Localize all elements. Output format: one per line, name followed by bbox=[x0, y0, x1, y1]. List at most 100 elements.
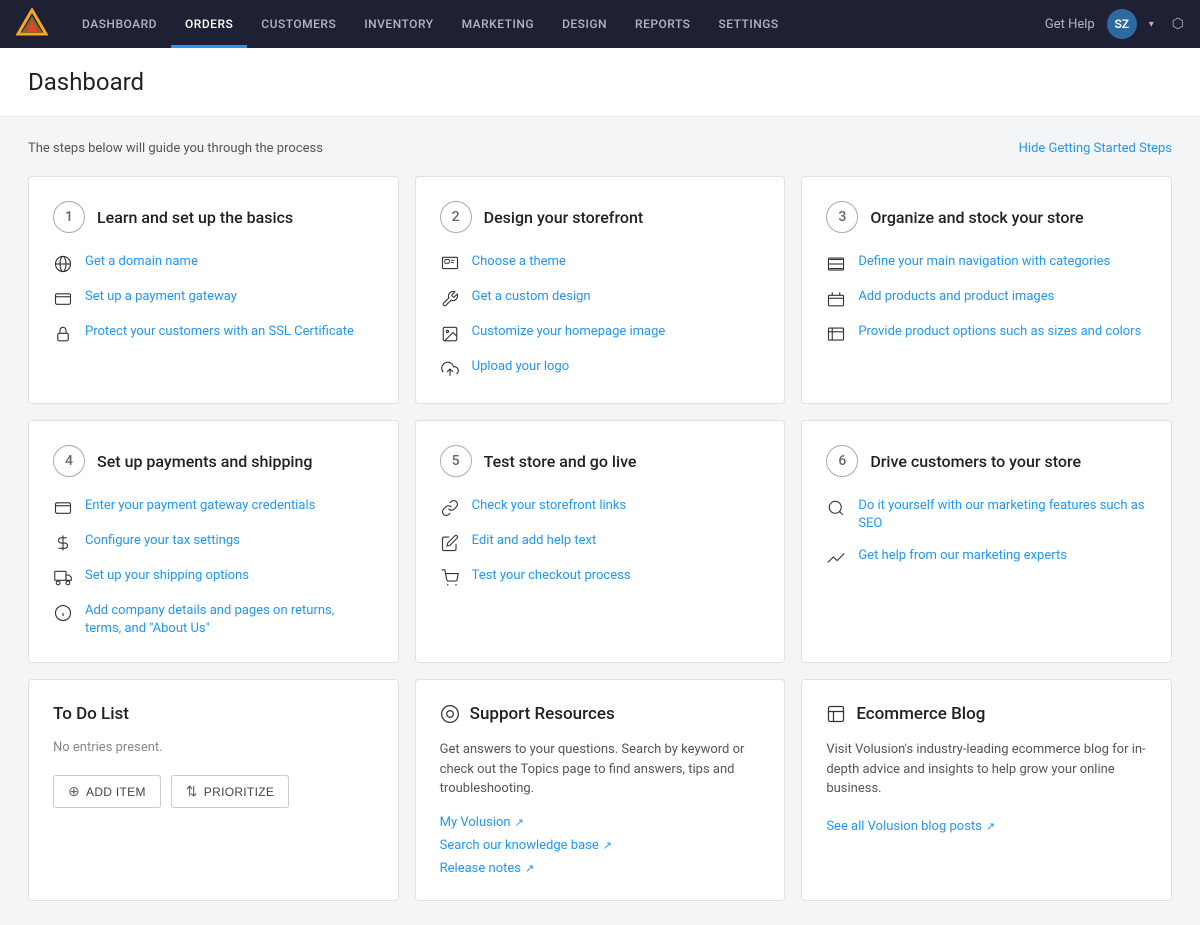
nav-icon bbox=[826, 254, 846, 274]
blog-posts-link[interactable]: See all Volusion blog posts ↗ bbox=[826, 819, 1147, 834]
payment-gateway-link[interactable]: Set up a payment gateway bbox=[85, 288, 237, 306]
list-item: Set up a payment gateway bbox=[53, 288, 374, 309]
nav-item-orders[interactable]: ORDERS bbox=[171, 0, 247, 48]
list-item: Check your storefront links bbox=[440, 497, 761, 518]
nav-item-marketing[interactable]: MARKETING bbox=[448, 0, 549, 48]
nav-item-inventory[interactable]: INVENTORY bbox=[350, 0, 447, 48]
card-5-links: Check your storefront links Edit and add… bbox=[440, 497, 761, 588]
link-icon bbox=[440, 498, 460, 518]
card-2-header: 2 Design your storefront bbox=[440, 201, 761, 233]
todo-title: To Do List bbox=[53, 704, 374, 724]
dollar-icon bbox=[53, 533, 73, 553]
card-2-title: Design your storefront bbox=[484, 208, 644, 227]
seo-link[interactable]: Do it yourself with our marketing featur… bbox=[858, 497, 1147, 533]
product-options-link[interactable]: Provide product options such as sizes an… bbox=[858, 323, 1141, 341]
external-link-icon[interactable]: ⬡ bbox=[1172, 16, 1184, 32]
external-icon-2: ↗ bbox=[603, 839, 612, 852]
list-item: Set up your shipping options bbox=[53, 567, 374, 588]
navigation: DASHBOARD ORDERS CUSTOMERS INVENTORY MAR… bbox=[0, 0, 1200, 48]
navigation-link[interactable]: Define your main navigation with categor… bbox=[858, 253, 1110, 271]
prioritize-button[interactable]: ⇅ PRIORITIZE bbox=[171, 775, 289, 808]
nav-item-reports[interactable]: REPORTS bbox=[621, 0, 704, 48]
add-item-button[interactable]: ⊕ ADD ITEM bbox=[53, 775, 161, 808]
nav-item-design[interactable]: DESIGN bbox=[548, 0, 621, 48]
custom-design-link[interactable]: Get a custom design bbox=[472, 288, 591, 306]
get-domain-link[interactable]: Get a domain name bbox=[85, 253, 198, 271]
avatar[interactable]: SZ bbox=[1107, 9, 1137, 39]
lock-icon bbox=[53, 324, 73, 344]
design-icon bbox=[440, 254, 460, 274]
list-item: Customize your homepage image bbox=[440, 323, 761, 344]
storefront-links-link[interactable]: Check your storefront links bbox=[472, 497, 627, 515]
blog-title: Ecommerce Blog bbox=[826, 704, 1147, 724]
globe-icon bbox=[53, 254, 73, 274]
blog-card: Ecommerce Blog Visit Volusion's industry… bbox=[801, 679, 1172, 901]
support-card: Support Resources Get answers to your qu… bbox=[415, 679, 786, 901]
company-details-link[interactable]: Add company details and pages on returns… bbox=[85, 602, 374, 638]
guide-text: The steps below will guide you through t… bbox=[28, 141, 323, 156]
upload-logo-link[interactable]: Upload your logo bbox=[472, 358, 570, 376]
ssl-link[interactable]: Protect your customers with an SSL Certi… bbox=[85, 323, 354, 341]
guide-bar: The steps below will guide you through t… bbox=[28, 141, 1172, 156]
card-1-header: 1 Learn and set up the basics bbox=[53, 201, 374, 233]
list-item: Edit and add help text bbox=[440, 532, 761, 553]
card-5-header: 5 Test store and go live bbox=[440, 445, 761, 477]
card-1-title: Learn and set up the basics bbox=[97, 208, 293, 227]
list-item: Get a custom design bbox=[440, 288, 761, 309]
wrench-icon bbox=[440, 289, 460, 309]
card-6-title: Drive customers to your store bbox=[870, 452, 1081, 471]
step-card-1: 1 Learn and set up the basics Get a doma… bbox=[28, 176, 399, 404]
list-item: Add company details and pages on returns… bbox=[53, 602, 374, 638]
list-item: Add products and product images bbox=[826, 288, 1147, 309]
support-icon bbox=[440, 704, 460, 724]
knowledge-base-label: Search our knowledge base bbox=[440, 838, 599, 853]
nav-item-dashboard[interactable]: DASHBOARD bbox=[68, 0, 171, 48]
step-card-2: 2 Design your storefront Choose a theme … bbox=[415, 176, 786, 404]
todo-card: To Do List No entries present. ⊕ ADD ITE… bbox=[28, 679, 399, 901]
plus-icon: ⊕ bbox=[68, 783, 80, 800]
blog-external-icon: ↗ bbox=[986, 820, 995, 833]
my-volusion-link[interactable]: My Volusion ↗ bbox=[440, 815, 761, 830]
card-3-title: Organize and stock your store bbox=[870, 208, 1083, 227]
nav-right: Get Help SZ ▾ ⬡ bbox=[1045, 9, 1184, 39]
steps-row-1: 1 Learn and set up the basics Get a doma… bbox=[28, 176, 1172, 404]
release-notes-link[interactable]: Release notes ↗ bbox=[440, 861, 761, 876]
support-desc: Get answers to your questions. Search by… bbox=[440, 740, 761, 799]
step-card-5: 5 Test store and go live Check your stor… bbox=[415, 420, 786, 663]
step-number-3: 3 bbox=[826, 201, 858, 233]
step-number-5: 5 bbox=[440, 445, 472, 477]
logo[interactable] bbox=[16, 8, 48, 40]
tax-settings-link[interactable]: Configure your tax settings bbox=[85, 532, 240, 550]
step-card-3: 3 Organize and stock your store Define y… bbox=[801, 176, 1172, 404]
nav-item-settings[interactable]: SETTINGS bbox=[704, 0, 792, 48]
get-help-link[interactable]: Get Help bbox=[1045, 17, 1095, 32]
card-2-links: Choose a theme Get a custom design Custo… bbox=[440, 253, 761, 379]
blog-desc: Visit Volusion's industry-leading ecomme… bbox=[826, 740, 1147, 799]
marketing-experts-link[interactable]: Get help from our marketing experts bbox=[858, 547, 1067, 565]
support-links: My Volusion ↗ Search our knowledge base … bbox=[440, 815, 761, 876]
knowledge-base-link[interactable]: Search our knowledge base ↗ bbox=[440, 838, 761, 853]
list-item: Enter your payment gateway credentials bbox=[53, 497, 374, 518]
page-header: Dashboard bbox=[0, 48, 1200, 117]
shipping-options-link[interactable]: Set up your shipping options bbox=[85, 567, 249, 585]
checkout-link[interactable]: Test your checkout process bbox=[472, 567, 631, 585]
pencil-icon bbox=[440, 533, 460, 553]
nav-item-customers[interactable]: CUSTOMERS bbox=[247, 0, 350, 48]
add-products-link[interactable]: Add products and product images bbox=[858, 288, 1054, 306]
page-title: Dashboard bbox=[28, 68, 1172, 96]
card-6-header: 6 Drive customers to your store bbox=[826, 445, 1147, 477]
card-4-title: Set up payments and shipping bbox=[97, 452, 312, 471]
blog-title-text: Ecommerce Blog bbox=[856, 704, 985, 724]
support-title-text: Support Resources bbox=[470, 704, 615, 724]
card-1-links: Get a domain name Set up a payment gatew… bbox=[53, 253, 374, 344]
help-text-link[interactable]: Edit and add help text bbox=[472, 532, 597, 550]
gateway-credentials-link[interactable]: Enter your payment gateway credentials bbox=[85, 497, 315, 515]
hide-steps-link[interactable]: Hide Getting Started Steps bbox=[1019, 141, 1172, 156]
choose-theme-link[interactable]: Choose a theme bbox=[472, 253, 566, 271]
chevron-down-icon[interactable]: ▾ bbox=[1149, 19, 1154, 30]
truck-icon bbox=[53, 568, 73, 588]
card-3-links: Define your main navigation with categor… bbox=[826, 253, 1147, 344]
homepage-image-link[interactable]: Customize your homepage image bbox=[472, 323, 666, 341]
list-item: Provide product options such as sizes an… bbox=[826, 323, 1147, 344]
blog-link-text: See all Volusion blog posts bbox=[826, 819, 982, 834]
